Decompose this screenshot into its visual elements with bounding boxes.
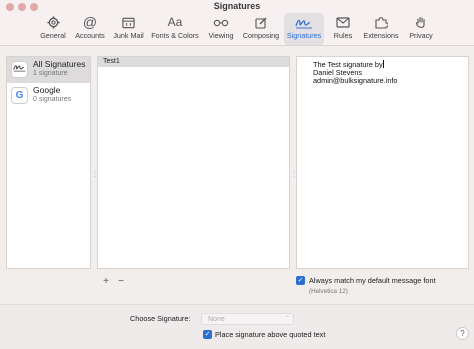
signature-text-line: admin@bulksignature.info bbox=[313, 76, 398, 85]
envelope-rules-icon bbox=[330, 13, 356, 31]
tab-fonts-colors-label: Fonts & Colors bbox=[151, 31, 199, 40]
tab-accounts[interactable]: @ Accounts bbox=[73, 13, 107, 45]
splitter-handle[interactable]: ⋮ bbox=[291, 172, 297, 178]
glasses-icon bbox=[205, 13, 237, 31]
tab-accounts-label: Accounts bbox=[75, 31, 105, 40]
always-match-checkbox[interactable]: ✓ bbox=[296, 276, 305, 285]
at-icon: @ bbox=[82, 14, 98, 30]
tab-junk-mail[interactable]: Junk Mail bbox=[111, 13, 146, 45]
place-above-label: Place signature above quoted text bbox=[215, 330, 326, 339]
tab-junk-mail-label: Junk Mail bbox=[113, 31, 144, 40]
tab-general[interactable]: General bbox=[38, 13, 68, 45]
signature-item[interactable]: Test1 bbox=[98, 57, 289, 67]
trash-tray-icon bbox=[111, 13, 146, 31]
help-button[interactable]: ? bbox=[456, 327, 469, 340]
preferences-window: Signatures General @ Accounts Junk Mail … bbox=[0, 0, 474, 349]
signature-icon bbox=[284, 13, 324, 31]
signature-editor[interactable]: The Test signature by Daniel Stevens adm… bbox=[296, 56, 469, 269]
splitter-handle[interactable]: ⋮ bbox=[92, 172, 98, 178]
signature-list[interactable]: Test1 bbox=[97, 56, 290, 269]
toolbar: Signatures General @ Accounts Junk Mail … bbox=[0, 0, 474, 46]
tab-privacy-label: Privacy bbox=[409, 31, 433, 40]
bottom-area bbox=[0, 304, 474, 349]
tab-rules[interactable]: Rules bbox=[330, 13, 356, 45]
tab-signatures-label: Signatures bbox=[286, 31, 322, 40]
accounts-list[interactable]: All Signatures 1 signature G Google 0 si… bbox=[6, 56, 91, 269]
choose-signature-label: Choose Signature: bbox=[130, 314, 191, 323]
chevron-updown-icon: ⌃ bbox=[284, 316, 290, 322]
account-item-google[interactable]: G Google 0 signatures bbox=[7, 83, 90, 109]
tab-signatures[interactable]: Signatures bbox=[284, 13, 324, 45]
tab-viewing[interactable]: Viewing bbox=[205, 13, 237, 45]
text-caret bbox=[382, 60, 384, 68]
account-count: 0 signatures bbox=[33, 96, 72, 103]
account-item-all-signatures[interactable]: All Signatures 1 signature bbox=[7, 57, 90, 83]
font-icon: Aa bbox=[167, 15, 183, 29]
always-match-label: Always match my default message font bbox=[309, 276, 436, 285]
choose-signature-select[interactable]: None ⌃ bbox=[201, 313, 294, 325]
tab-privacy[interactable]: Privacy bbox=[406, 13, 436, 45]
remove-signature-button[interactable]: − bbox=[115, 276, 127, 288]
account-name: Google bbox=[33, 85, 61, 95]
tab-extensions-label: Extensions bbox=[363, 31, 399, 40]
account-name: All Signatures bbox=[33, 59, 86, 69]
tab-composing[interactable]: Composing bbox=[240, 13, 282, 45]
window-title: Signatures bbox=[213, 1, 261, 11]
tab-viewing-label: Viewing bbox=[208, 31, 234, 40]
google-icon: G bbox=[11, 87, 28, 104]
tab-rules-label: Rules bbox=[333, 31, 353, 40]
pencil-icon bbox=[240, 13, 282, 31]
tab-composing-label: Composing bbox=[242, 31, 280, 40]
account-count: 1 signature bbox=[33, 70, 68, 77]
choose-signature-value: None bbox=[208, 316, 225, 323]
tab-extensions[interactable]: Extensions bbox=[362, 13, 400, 45]
signature-icon bbox=[11, 61, 28, 78]
tab-general-label: General bbox=[40, 31, 66, 40]
hand-icon bbox=[406, 13, 436, 31]
gear-icon bbox=[38, 13, 68, 31]
tab-fonts-colors[interactable]: Aa Fonts & Colors bbox=[150, 13, 200, 45]
puzzle-icon bbox=[362, 13, 400, 31]
add-signature-button[interactable]: + bbox=[100, 276, 112, 288]
font-hint: (Helvetica 12) bbox=[309, 288, 348, 295]
place-above-checkbox[interactable]: ✓ bbox=[203, 330, 212, 339]
